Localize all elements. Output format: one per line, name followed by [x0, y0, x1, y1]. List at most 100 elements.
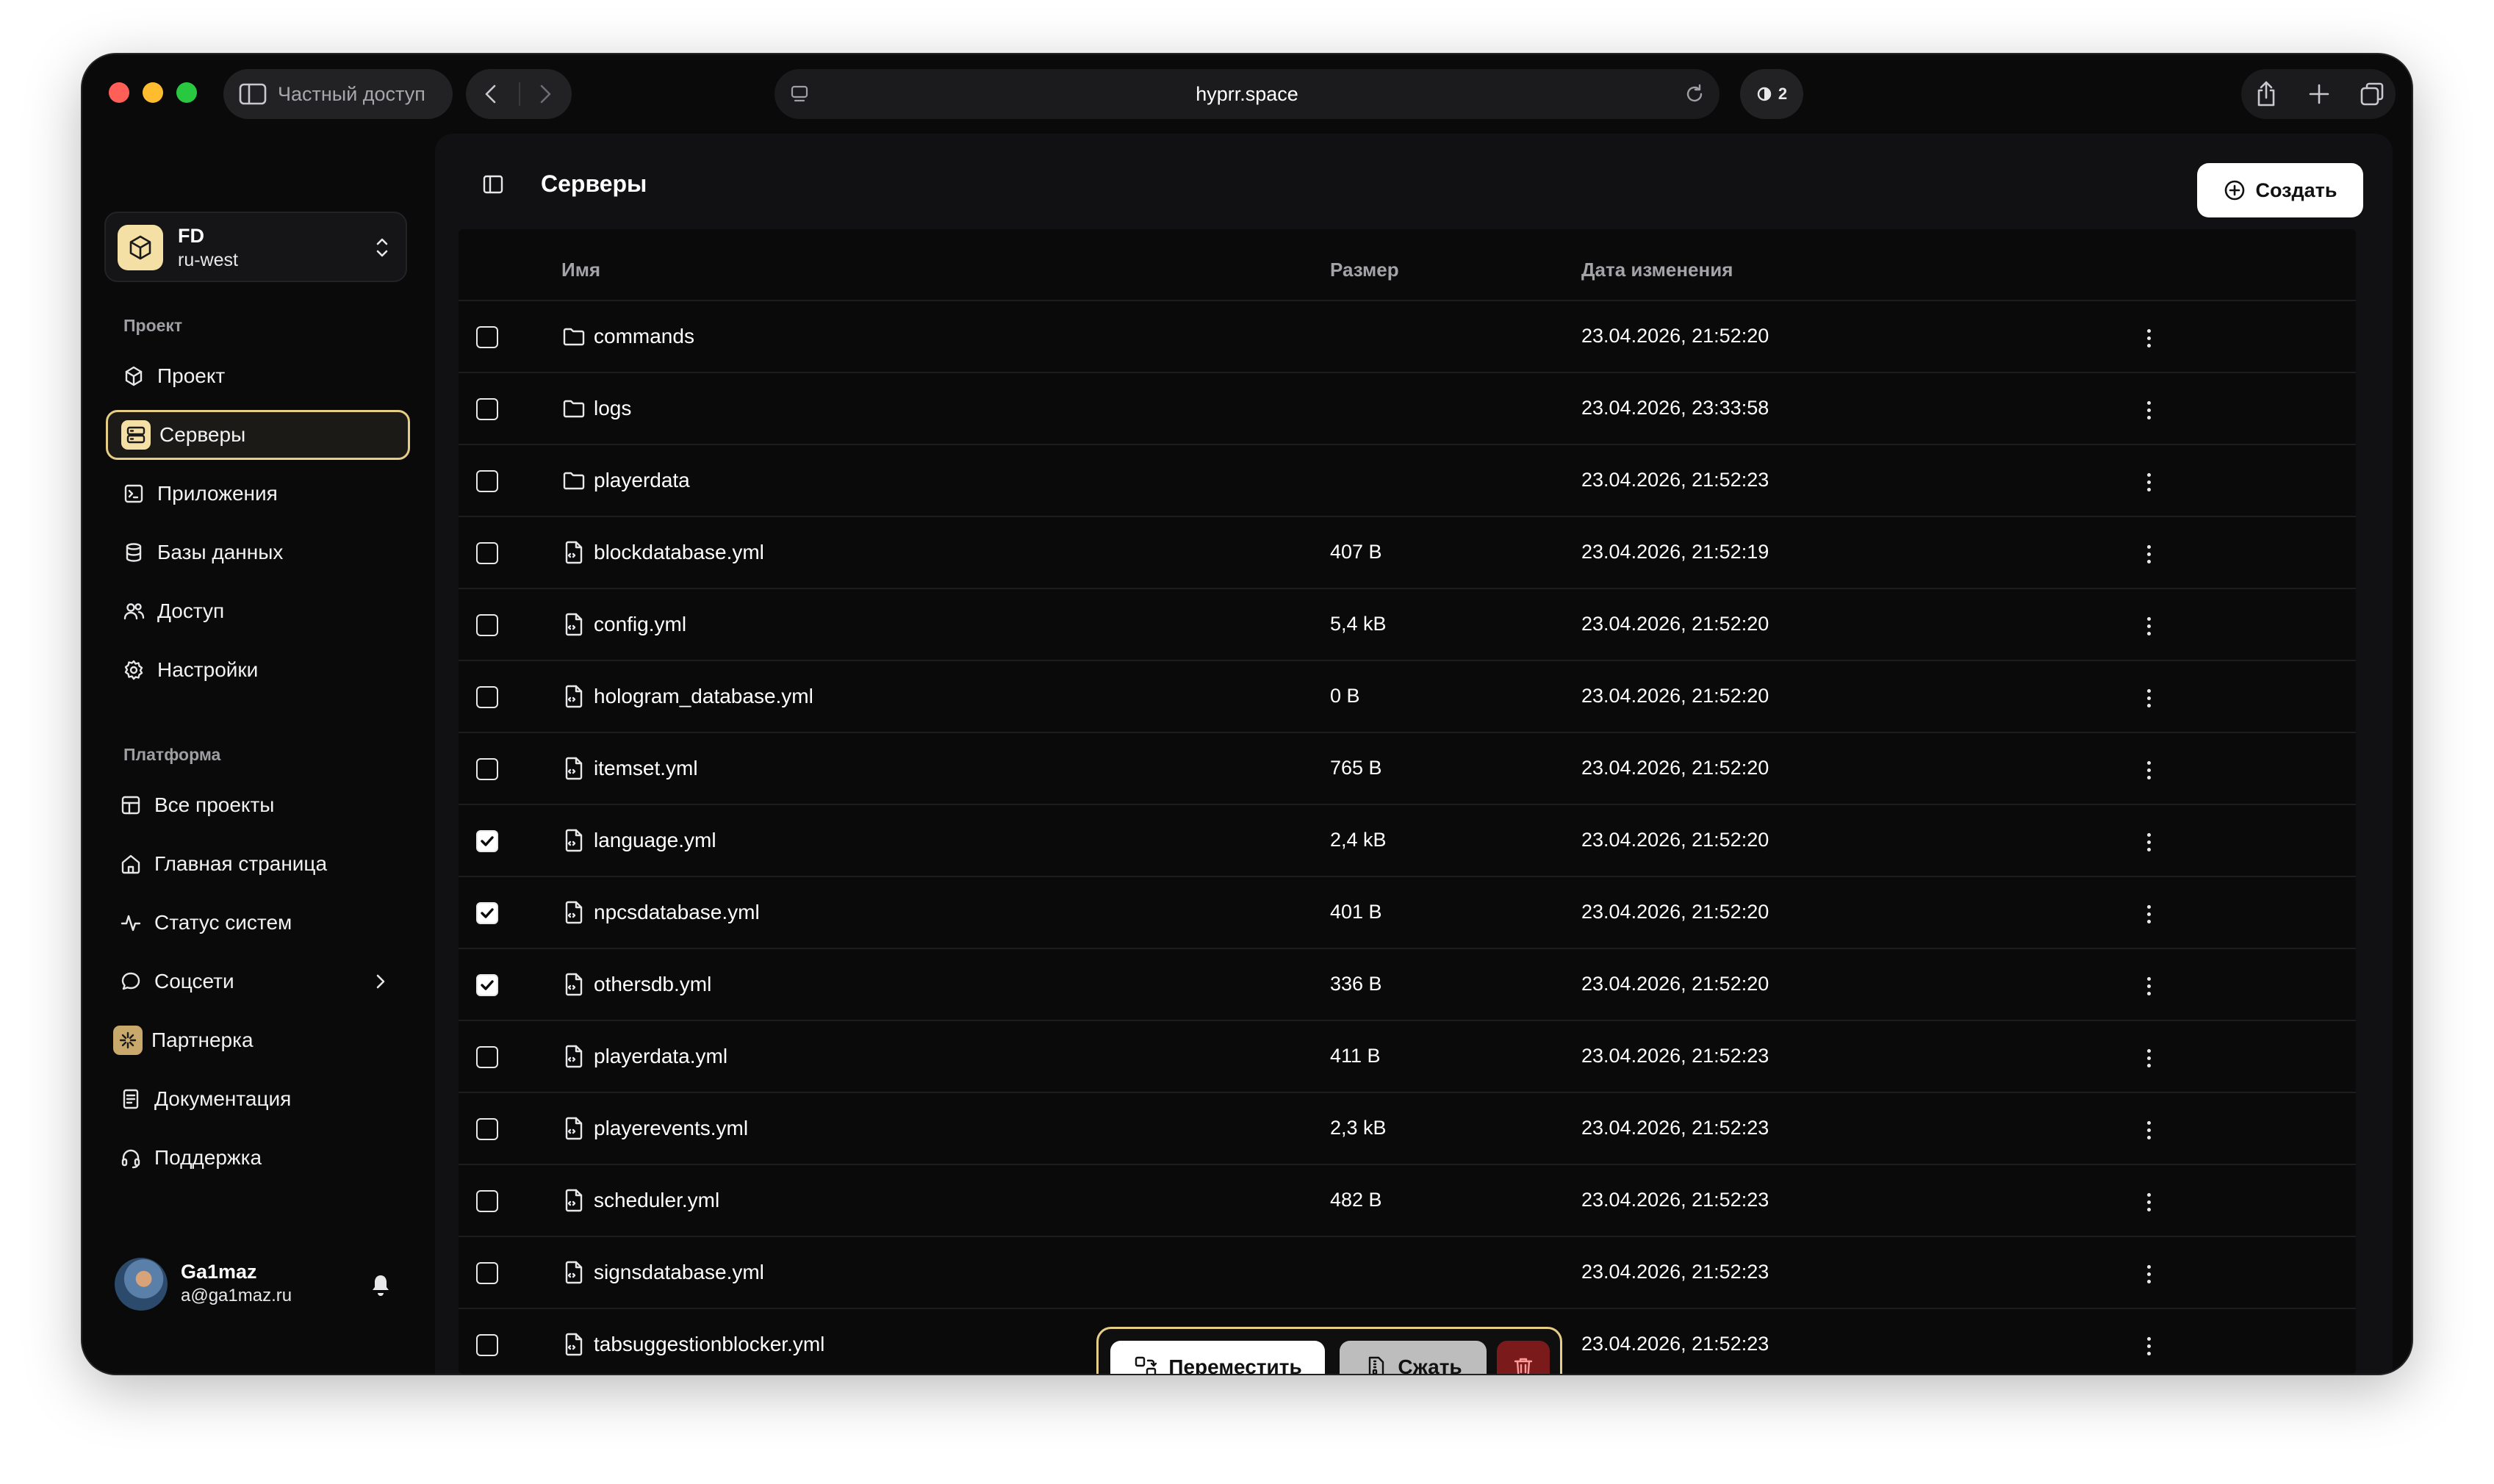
column-header-name[interactable]: Имя	[561, 259, 600, 281]
row-checkbox[interactable]	[476, 902, 498, 924]
move-button[interactable]: Переместить	[1110, 1341, 1325, 1374]
row-checkbox[interactable]	[476, 1262, 498, 1284]
row-checkbox[interactable]	[476, 542, 498, 564]
row-checkbox[interactable]	[476, 1190, 498, 1212]
sidebar-item-settings[interactable]: Настройки	[106, 645, 410, 695]
table-row[interactable]: othersdb.yml 336 B 23.04.2026, 21:52:20	[459, 949, 2356, 1021]
file-name-cell[interactable]: hologram_database.yml	[561, 682, 813, 711]
file-name-cell[interactable]: playerevents.yml	[561, 1114, 748, 1143]
table-row[interactable]: blockdatabase.yml 407 B 23.04.2026, 21:52:…	[459, 517, 2356, 589]
table-row[interactable]: npcsdatabase.yml 401 B 23.04.2026, 21:52:2…	[459, 877, 2356, 949]
table-row[interactable]: language.yml 2,4 kB 23.04.2026, 21:52:20	[459, 805, 2356, 877]
table-row[interactable]: itemset.yml 765 B 23.04.2026, 21:52:20	[459, 733, 2356, 805]
file-name-cell[interactable]: npcsdatabase.yml	[561, 898, 760, 927]
file-name-cell[interactable]: signsdatabase.yml	[561, 1258, 764, 1287]
row-menu-button[interactable]	[2134, 683, 2163, 713]
sidebar-item-apps[interactable]: Приложения	[106, 469, 410, 519]
table-row[interactable]: scheduler.yml 482 B 23.04.2026, 21:52:23	[459, 1165, 2356, 1237]
row-menu-button[interactable]	[2134, 611, 2163, 641]
table-row[interactable]: playerdata.yml 411 B 23.04.2026, 21:52:23	[459, 1021, 2356, 1093]
row-menu-button[interactable]	[2134, 323, 2163, 353]
panel-toggle-icon[interactable]	[481, 172, 506, 197]
share-icon[interactable]	[2252, 79, 2281, 109]
column-header-modified[interactable]: Дата изменения	[1581, 259, 1733, 281]
row-checkbox[interactable]	[476, 974, 498, 996]
forward-button[interactable]	[531, 79, 560, 109]
table-row[interactable]: playerevents.yml 2,3 kB 23.04.2026, 21:52:…	[459, 1093, 2356, 1165]
table-row[interactable]: config.yml 5,4 kB 23.04.2026, 21:52:20	[459, 589, 2356, 661]
minimize-window-button[interactable]	[143, 82, 163, 103]
close-window-button[interactable]	[109, 82, 129, 103]
sidebar-item-access[interactable]: Доступ	[106, 586, 410, 636]
sidebar-item-home[interactable]: Главная страница	[106, 839, 410, 889]
page-settings-icon[interactable]	[788, 82, 811, 106]
row-menu-button[interactable]	[2134, 1043, 2163, 1073]
tab-overview-icon[interactable]	[2357, 79, 2387, 109]
sidebar-item-support[interactable]: Поддержка	[106, 1133, 410, 1183]
row-menu-button[interactable]	[2134, 755, 2163, 785]
row-menu-button[interactable]	[2134, 1331, 2163, 1361]
row-menu-button[interactable]	[2134, 899, 2163, 929]
row-menu-button[interactable]	[2134, 971, 2163, 1001]
file-name-cell[interactable]: blockdatabase.yml	[561, 538, 764, 567]
new-tab-icon[interactable]	[2304, 79, 2334, 109]
file-name-cell[interactable]: playerdata	[561, 466, 690, 495]
project-switcher[interactable]: FD ru-west	[104, 212, 407, 282]
sidebar-item-servers[interactable]: Серверы	[106, 410, 410, 460]
file-name-cell[interactable]: commands	[561, 322, 694, 351]
bell-icon[interactable]	[369, 1272, 392, 1297]
row-checkbox[interactable]	[476, 830, 498, 852]
row-menu-button[interactable]	[2134, 467, 2163, 497]
row-checkbox[interactable]	[476, 614, 498, 636]
create-button[interactable]: Создать	[2197, 163, 2363, 217]
sidebar-item-all-projects[interactable]: Все проекты	[106, 780, 410, 830]
row-menu-button[interactable]	[2134, 1187, 2163, 1217]
file-name-cell[interactable]: itemset.yml	[561, 754, 698, 783]
row-checkbox[interactable]	[476, 1118, 498, 1140]
table-row[interactable]: hologram_database.yml 0 B 23.04.2026, 21:5…	[459, 661, 2356, 733]
file-name-cell[interactable]: scheduler.yml	[561, 1186, 719, 1215]
dot	[2146, 1056, 2151, 1060]
table-row[interactable]: signsdatabase.yml 23.04.2026, 21:52:23	[459, 1237, 2356, 1309]
sidebar-item-docs[interactable]: Документация	[106, 1074, 410, 1124]
file-name-cell[interactable]: tabsuggestionblocker.yml	[561, 1330, 824, 1359]
server-icon	[121, 420, 151, 450]
row-menu-button[interactable]	[2134, 1115, 2163, 1145]
file-name-cell[interactable]: othersdb.yml	[561, 970, 711, 999]
table-row[interactable]: commands 23.04.2026, 21:52:20	[459, 301, 2356, 373]
private-browsing-pill[interactable]: Частный доступ	[223, 69, 453, 119]
sidebar-item-system-status[interactable]: Статус систем	[106, 898, 410, 948]
row-menu-button[interactable]	[2134, 1259, 2163, 1289]
sidebar-item-databases[interactable]: Базы данных	[106, 527, 410, 577]
reload-icon[interactable]	[1683, 82, 1706, 106]
row-checkbox[interactable]	[476, 686, 498, 708]
row-menu-button[interactable]	[2134, 395, 2163, 425]
row-checkbox[interactable]	[476, 398, 498, 420]
row-menu-button[interactable]	[2134, 827, 2163, 857]
row-checkbox[interactable]	[476, 1046, 498, 1068]
file-name-cell[interactable]: playerdata.yml	[561, 1042, 727, 1071]
sidebar-item-project[interactable]: Проект	[106, 351, 410, 401]
row-menu-button[interactable]	[2134, 539, 2163, 569]
file-name-cell[interactable]: logs	[561, 394, 631, 423]
row-checkbox[interactable]	[476, 758, 498, 780]
extension-button[interactable]: 2	[1740, 69, 1803, 119]
file-size: 401 B	[1330, 901, 1382, 923]
file-name-cell[interactable]: language.yml	[561, 826, 716, 855]
address-bar[interactable]: hyprr.space	[775, 69, 1719, 119]
user-profile[interactable]: Ga1maz a@ga1maz.ru	[115, 1258, 409, 1316]
row-checkbox[interactable]	[476, 470, 498, 492]
zoom-window-button[interactable]	[176, 82, 197, 103]
row-checkbox[interactable]	[476, 326, 498, 348]
back-button[interactable]	[476, 79, 506, 109]
compress-button[interactable]: Сжать	[1340, 1341, 1487, 1374]
column-header-size[interactable]: Размер	[1330, 259, 1399, 281]
sidebar-item-socials[interactable]: Соцсети	[106, 957, 410, 1006]
row-checkbox[interactable]	[476, 1334, 498, 1356]
dot	[2146, 703, 2151, 707]
delete-button[interactable]	[1497, 1341, 1550, 1374]
file-name-cell[interactable]: config.yml	[561, 610, 686, 639]
table-row[interactable]: playerdata 23.04.2026, 21:52:23	[459, 445, 2356, 517]
table-row[interactable]: logs 23.04.2026, 23:33:58	[459, 373, 2356, 445]
sidebar-item-partners[interactable]: Партнерка	[106, 1015, 410, 1065]
